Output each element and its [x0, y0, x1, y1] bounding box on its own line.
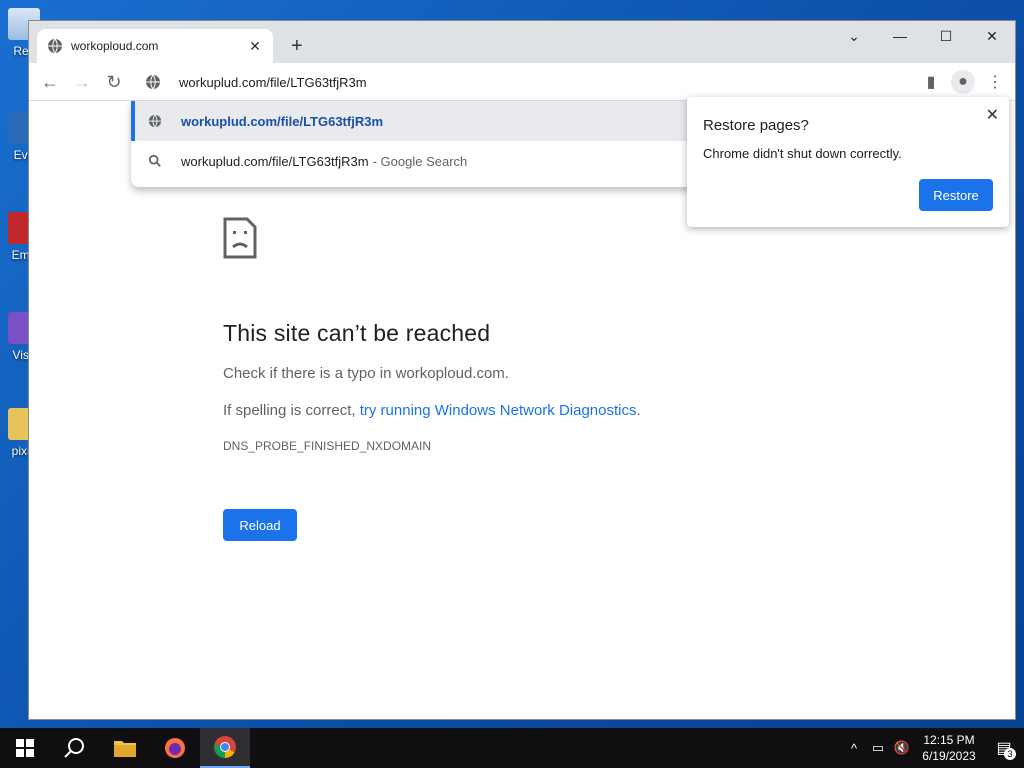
globe-icon — [146, 74, 160, 90]
error-heading: This site can’t be reached — [223, 320, 491, 346]
search-button[interactable] — [50, 728, 100, 768]
network-icon[interactable]: ▭ — [866, 740, 890, 756]
suggestion-search[interactable]: workuplud.com/file/LTG63tfjR3m - Google … — [131, 141, 731, 181]
file-explorer-button[interactable] — [100, 728, 150, 768]
omnibox-suggestions: workuplud.com/file/LTG63tfjR3m workuplud… — [131, 101, 731, 187]
suggestion-text: workuplud.com/file/LTG63tfjR3m — [181, 113, 384, 129]
error-line2: If spelling is correct, try running Wind… — [223, 402, 641, 419]
omnibox[interactable]: workuplud.com/file/LTG63tfjR3m — [131, 63, 921, 101]
globe-icon — [48, 38, 62, 54]
profile-icon[interactable]: ● — [951, 70, 975, 94]
chevron-up-icon[interactable]: ^ — [842, 741, 866, 756]
reload-icon[interactable]: ↻ — [103, 71, 125, 93]
start-button[interactable] — [0, 728, 50, 768]
close-window-button[interactable]: ✕ — [969, 21, 1015, 51]
notifications-button[interactable]: ▤ 3 — [984, 728, 1024, 768]
clock[interactable]: 12:15 PM 6/19/2023 — [914, 732, 984, 764]
search-icon — [148, 154, 161, 167]
dialog-title: Restore pages? — [703, 117, 809, 134]
notification-count: 3 — [1004, 748, 1016, 760]
suggestion-text: workuplud.com/file/LTG63tfjR3m — [181, 153, 369, 169]
folder-icon — [114, 741, 136, 757]
globe-icon — [148, 114, 162, 128]
windows-icon — [16, 739, 34, 757]
search-icon — [64, 738, 84, 758]
menu-icon[interactable]: ⋮ — [983, 70, 1007, 94]
back-button[interactable]: ← — [39, 71, 61, 93]
error-page: This site can’t be reached Check if ther… — [223, 217, 823, 541]
error-code: DNS_PROBE_FINISHED_NXDOMAIN — [223, 439, 432, 453]
toolbar: ← → ↻ workuplud.com/file/LTG63tfjR3m ▮ ●… — [29, 63, 1015, 101]
maximize-button[interactable]: ☐ — [923, 21, 969, 51]
chrome-button[interactable] — [200, 728, 250, 768]
dialog-body: Chrome didn't shut down correctly. — [703, 146, 902, 161]
forward-button[interactable]: → — [71, 71, 93, 93]
restore-pages-dialog: ✕ Restore pages? Chrome didn't shut down… — [687, 97, 1009, 227]
new-tab-button[interactable]: + — [291, 35, 303, 58]
reload-button[interactable]: Reload — [223, 509, 297, 541]
network-diagnostics-link[interactable]: try running Windows Network Diagnostics — [360, 402, 637, 419]
sad-document-icon — [223, 217, 257, 259]
browser-window: workoploud.com ✕ + ⌄ — ☐ ✕ ← → ↻ workupl… — [28, 20, 1016, 720]
error-line1: Check if there is a typo in workoploud.c… — [223, 365, 509, 382]
side-panel-icon[interactable]: ▮ — [919, 70, 943, 94]
tab-workoploud[interactable]: workoploud.com ✕ — [37, 29, 273, 63]
taskbar: ^ ▭ 🔇 12:15 PM 6/19/2023 ▤ 3 — [0, 728, 1024, 768]
tab-close-icon[interactable]: ✕ — [247, 38, 263, 55]
close-icon[interactable]: ✕ — [986, 105, 999, 125]
system-tray: ^ ▭ 🔇 12:15 PM 6/19/2023 ▤ 3 — [842, 728, 1024, 768]
tab-strip: workoploud.com ✕ + ⌄ — ☐ ✕ — [29, 21, 1015, 63]
volume-muted-icon[interactable]: 🔇 — [890, 740, 914, 756]
clock-date: 6/19/2023 — [922, 749, 976, 763]
restore-button[interactable]: Restore — [919, 179, 993, 211]
chrome-icon — [214, 736, 236, 758]
tab-search-icon[interactable]: ⌄ — [831, 21, 877, 51]
tab-title: workoploud.com — [71, 39, 159, 53]
clock-time: 12:15 PM — [923, 733, 975, 747]
suggestion-url[interactable]: workuplud.com/file/LTG63tfjR3m — [131, 101, 731, 141]
omnibox-text: workuplud.com/file/LTG63tfjR3m — [179, 74, 367, 90]
firefox-button[interactable] — [150, 728, 200, 768]
minimize-button[interactable]: — — [877, 21, 923, 51]
suggestion-suffix: - Google Search — [372, 153, 468, 169]
firefox-icon — [165, 738, 185, 758]
